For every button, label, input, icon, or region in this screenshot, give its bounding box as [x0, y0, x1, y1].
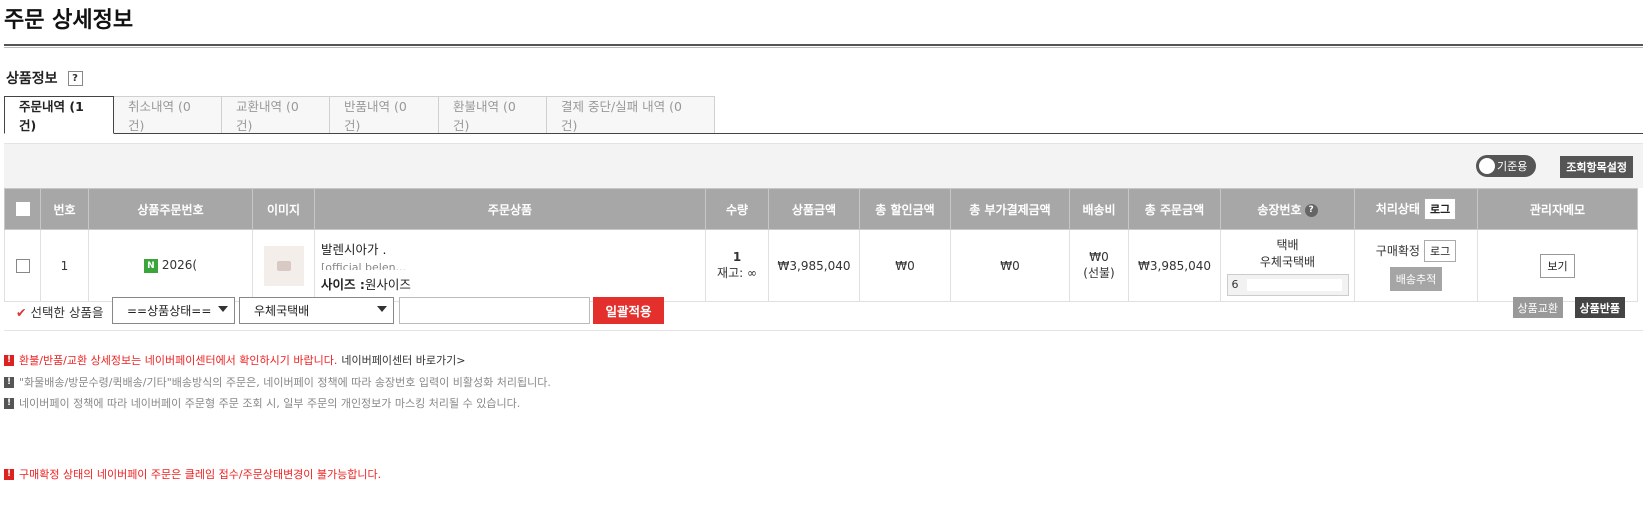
header-product: 주문상품	[314, 188, 706, 230]
notice-shipping-method: ! "화물배송/방문수령/퀵배송/기타"배송방식의 주문은, 네이버페이 정책에…	[4, 374, 551, 390]
shipping-fee-value: ₩0	[1089, 250, 1109, 264]
row-checkbox[interactable]	[15, 258, 30, 273]
header-price: 상품금액	[768, 188, 860, 230]
naver-center-link[interactable]: 네이버페이센터 바로가기>	[341, 352, 465, 368]
order-tabs: 주문내역 (1 건) 취소내역 (0 건) 교환내역 (0 건) 반품내역 (0…	[4, 96, 715, 134]
alert-icon: !	[4, 397, 14, 409]
notice-purchase-confirmed: ! 구매확정 상태의 네이버페이 주문은 클레임 접수/주문상태변경이 불가능합…	[4, 466, 381, 482]
section-title: 상품정보 ?	[6, 68, 83, 88]
header-shipping-fee: 배송비	[1069, 188, 1129, 230]
notice-text: 네이버페이 정책에 따라 네이버페이 주문형 주문 조회 시, 일부 주문의 개…	[19, 397, 521, 410]
tab-refund[interactable]: 환불내역 (0 건)	[439, 96, 547, 134]
column-settings-button[interactable]: 조회항목설정	[1560, 156, 1633, 178]
product-sub: [official belen...	[321, 260, 407, 270]
header-product-order-no: 상품주문번호	[88, 188, 253, 230]
tab-cancel[interactable]: 취소내역 (0 건)	[114, 96, 222, 134]
naver-pay-icon: N	[143, 258, 158, 273]
memo-view-button[interactable]: 보기	[1540, 253, 1575, 278]
track-delivery-button[interactable]: 배송추적	[1389, 267, 1443, 291]
status-log-button[interactable]: 로그	[1423, 240, 1457, 262]
check-icon: ✔	[16, 305, 27, 320]
product-name[interactable]: 발렌시아가 .	[321, 239, 705, 258]
bulk-label: ✔ 선택한 상품을	[16, 302, 103, 321]
bulk-action-bar: ✔ 선택한 상품을 ==상품상태== 우체국택배 일괄적용 상품교환 상품반품	[4, 289, 1643, 331]
alert-icon: !	[4, 376, 14, 388]
select-all-checkbox[interactable]	[15, 202, 30, 217]
table-toolbar: 기준용 조회항목설정	[4, 143, 1643, 188]
chevron-down-icon	[218, 306, 228, 312]
header-qty: 수량	[705, 188, 769, 230]
page-title: 주문 상세정보	[4, 8, 134, 33]
toggle-knob	[1479, 158, 1495, 174]
status-select-value: ==상품상태==	[127, 304, 212, 318]
chevron-down-icon	[377, 306, 387, 312]
tab-payment-failed[interactable]: 결제 중단/실패 내역 (0 건)	[547, 96, 715, 134]
bulk-label-text: 선택한 상품을	[30, 305, 104, 320]
notice-naver-center: ! 환불/반품/교환 상세정보는 네이버페이센터에서 확인하시기 바랍니다. 네…	[4, 352, 465, 368]
order-table: 번호 상품주문번호 이미지 주문상품 수량 상품금액 총 할인금액 총 부가결제…	[4, 188, 1638, 302]
product-order-no-link[interactable]: 2026(	[162, 258, 197, 272]
view-toggle[interactable]: 기준용	[1476, 155, 1536, 177]
shipping-type: (선불)	[1083, 266, 1115, 280]
ship-method: 택배	[1276, 237, 1299, 252]
header-status-label: 처리상태	[1375, 202, 1420, 216]
header-tracking: 송장번호?	[1220, 188, 1355, 230]
qty-value: 1	[732, 250, 742, 264]
alert-icon: !	[4, 354, 14, 366]
help-icon[interactable]: ?	[67, 70, 83, 86]
title-divider	[4, 44, 1643, 48]
select-all-cell	[4, 188, 41, 230]
carrier-select-value: 우체국택배	[254, 304, 310, 318]
tabs-underline	[4, 133, 1643, 134]
header-memo: 관리자메모	[1477, 188, 1638, 230]
notice-text: "화물배송/방문수령/퀵배송/기타"배송방식의 주문은, 네이버페이 정책에 따…	[19, 376, 551, 389]
status-log-header-button[interactable]: 로그	[1423, 198, 1457, 220]
header-no: 번호	[40, 188, 89, 230]
status-select[interactable]: ==상품상태==	[112, 297, 235, 324]
notice-text: 구매확정 상태의 네이버페이 주문은 클레임 접수/주문상태변경이 불가능합니다…	[19, 468, 382, 481]
header-total: 총 주문금액	[1128, 188, 1221, 230]
return-button[interactable]: 상품반품	[1574, 297, 1625, 318]
tab-exchange[interactable]: 교환내역 (0 건)	[222, 96, 330, 134]
header-discount: 총 할인금액	[859, 188, 951, 230]
carrier-name: 우체국택배	[1259, 254, 1316, 269]
header-extra-pay: 총 부가결제금액	[950, 188, 1070, 230]
header-status: 처리상태 로그	[1354, 188, 1478, 230]
tab-orders[interactable]: 주문내역 (1 건)	[4, 96, 114, 134]
table-header-row: 번호 상품주문번호 이미지 주문상품 수량 상품금액 총 할인금액 총 부가결제…	[4, 188, 1638, 230]
alert-icon: !	[4, 468, 14, 480]
carrier-select[interactable]: 우체국택배	[239, 297, 394, 324]
header-tracking-label: 송장번호	[1257, 202, 1302, 217]
tracking-help-icon[interactable]: ?	[1304, 203, 1318, 217]
header-image: 이미지	[252, 188, 315, 230]
product-thumbnail[interactable]	[263, 245, 304, 286]
status-value: 구매확정	[1375, 244, 1420, 258]
stock-value: 재고: ∞	[717, 266, 757, 280]
bulk-apply-button[interactable]: 일괄적용	[593, 297, 664, 324]
toggle-label: 기준용	[1497, 160, 1528, 173]
exchange-button[interactable]: 상품교환	[1512, 297, 1563, 318]
tracking-bulk-input[interactable]	[399, 297, 590, 324]
notice-masking: ! 네이버페이 정책에 따라 네이버페이 주문형 주문 조회 시, 일부 주문의…	[4, 395, 520, 411]
tab-return[interactable]: 반품내역 (0 건)	[330, 96, 439, 134]
section-title-label: 상품정보	[6, 71, 58, 87]
notice-text: 환불/반품/교환 상세정보는 네이버페이센터에서 확인하시기 바랍니다.	[19, 354, 338, 367]
